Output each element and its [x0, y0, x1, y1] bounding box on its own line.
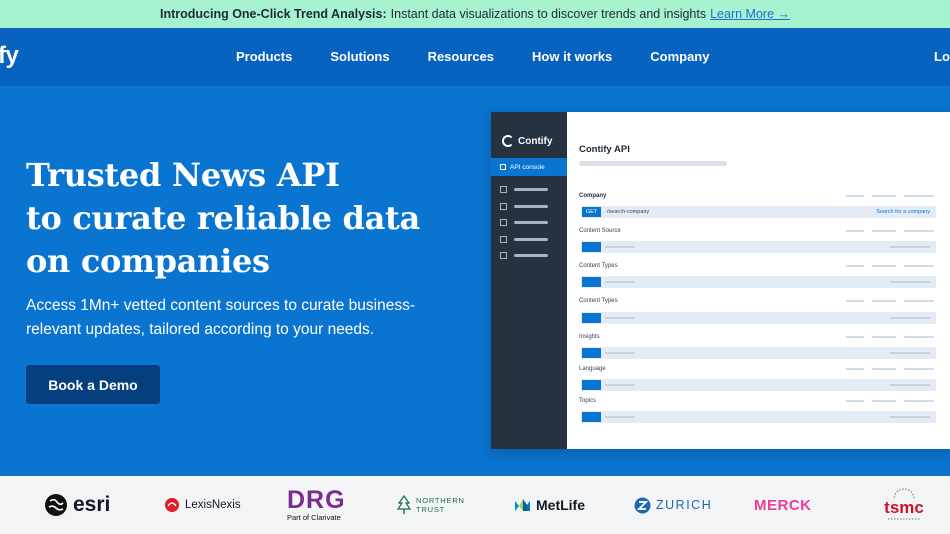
logo-northern-trust: NORTHERN TRUST [397, 476, 465, 534]
sidebar-placeholder-row [500, 185, 556, 193]
logo-drg-text: DRG [287, 486, 346, 514]
console-logo-text: Contify [518, 135, 553, 147]
section-placeholder-bars [846, 195, 934, 197]
http-method-badge: GET [582, 207, 601, 217]
book-demo-button[interactable]: Book a Demo [26, 365, 160, 404]
console-title: Contify API [579, 144, 630, 155]
logo-merck: MERCK [754, 476, 812, 534]
console-main: Contify API Company GET /search-company … [567, 112, 950, 449]
learn-more-link[interactable]: Learn More → [710, 7, 790, 21]
tree-icon [397, 495, 411, 514]
section-placeholder-bars [846, 400, 934, 402]
logo-esri-text: esri [73, 493, 111, 516]
title-placeholder-bar [579, 161, 727, 166]
logo-lexisnexis: LexisNexis [164, 476, 241, 534]
contify-logo-icon [502, 135, 514, 147]
hero-subtitle: Access 1Mn+ vetted content sources to cu… [26, 297, 415, 338]
logo-northern-trust-text: NORTHERN TRUST [416, 496, 465, 514]
api-console-illustration: Contify API console Contify API Company … [491, 112, 950, 449]
nav-item-products[interactable]: Products [236, 49, 292, 64]
logo-drg-subtext: Part of Clarivate [287, 513, 341, 522]
announcement-text: Instant data visualizations to discover … [390, 7, 707, 21]
sidebar-placeholder-row [500, 235, 556, 243]
logo-trust-word: TRUST [416, 505, 445, 514]
section-placeholder-bars [846, 300, 934, 302]
section-placeholder-bars [846, 336, 934, 338]
announcement-title: Introducing One-Click Trend Analysis: [159, 7, 387, 21]
logo-tsmc: tsmc [884, 476, 924, 534]
placeholder-row [581, 347, 936, 359]
placeholder-row [581, 241, 936, 253]
console-icon [500, 164, 506, 170]
endpoint-action: Search for a company [876, 209, 930, 215]
section-content-types: Content Types [579, 263, 618, 269]
logo-northern-word: NORTHERN [416, 496, 465, 505]
headline-line-3: on companies [26, 242, 270, 280]
metlife-icon [515, 499, 530, 511]
nav-item-solutions[interactable]: Solutions [330, 49, 389, 64]
section-topics: Topics [579, 398, 597, 404]
section-language: Language [579, 366, 606, 372]
logo-metlife: MetLife [514, 476, 585, 534]
logo-merck-text: MERCK [754, 496, 812, 514]
globe-icon [45, 494, 67, 516]
section-company: Company [579, 193, 607, 199]
tsmc-underline-icon [888, 518, 920, 520]
section-placeholder-bars [846, 368, 934, 370]
sidebar-placeholder-row [500, 218, 556, 226]
headline-line-2: to curate reliable data [26, 199, 420, 237]
section-insights: Insights [579, 334, 600, 340]
lexisnexis-icon [165, 498, 179, 512]
section-placeholder-bars [846, 230, 934, 232]
nav-item-company[interactable]: Company [650, 49, 709, 64]
sidebar-item-label: API console [510, 163, 545, 171]
nav-menu: Products Solutions Resources How it work… [236, 49, 709, 64]
logo-zurich-text: ZURICH [656, 498, 713, 512]
placeholder-row [581, 276, 936, 288]
logo-drg: DRG Part of Clarivate [287, 476, 346, 534]
logo-lexisnexis-text: LexisNexis [185, 499, 241, 511]
console-logo: Contify [502, 135, 552, 147]
customer-logos: esri LexisNexis DRG Part of Clarivate NO… [0, 476, 950, 534]
placeholder-row [581, 312, 936, 324]
logo-tsmc-text: tsmc [884, 498, 924, 517]
sidebar-item-api-console: API console [491, 158, 567, 176]
nav-item-how-it-works[interactable]: How it works [532, 49, 612, 64]
announcement-bar: Introducing One-Click Trend Analysis: In… [0, 0, 950, 28]
zurich-icon [634, 497, 651, 513]
console-sidebar: Contify API console [491, 112, 567, 449]
sidebar-placeholder-row [500, 251, 556, 259]
headline-line-1: Trusted News API [26, 156, 340, 194]
placeholder-row [581, 379, 936, 391]
section-content-source: Content Source [579, 228, 621, 234]
endpoint-row: GET /search-company Search for a company [581, 206, 936, 218]
logo-zurich: ZURICH [634, 476, 712, 534]
logo-metlife-text: MetLife [536, 497, 585, 513]
sidebar-placeholder-row [500, 202, 556, 210]
section-content-types-2: Content Types [579, 298, 618, 304]
hero-headline: Trusted News API to curate reliable data… [26, 154, 466, 283]
logo-esri: esri [44, 476, 110, 534]
endpoint-path: /search-company [607, 209, 650, 215]
nav-item-resources[interactable]: Resources [428, 49, 494, 64]
section-placeholder-bars [846, 265, 934, 267]
top-nav: fy Products Solutions Resources How it w… [0, 28, 950, 86]
placeholder-row [581, 411, 936, 423]
login-link[interactable]: Lo [934, 49, 950, 64]
brand-logo[interactable]: fy [0, 42, 19, 70]
